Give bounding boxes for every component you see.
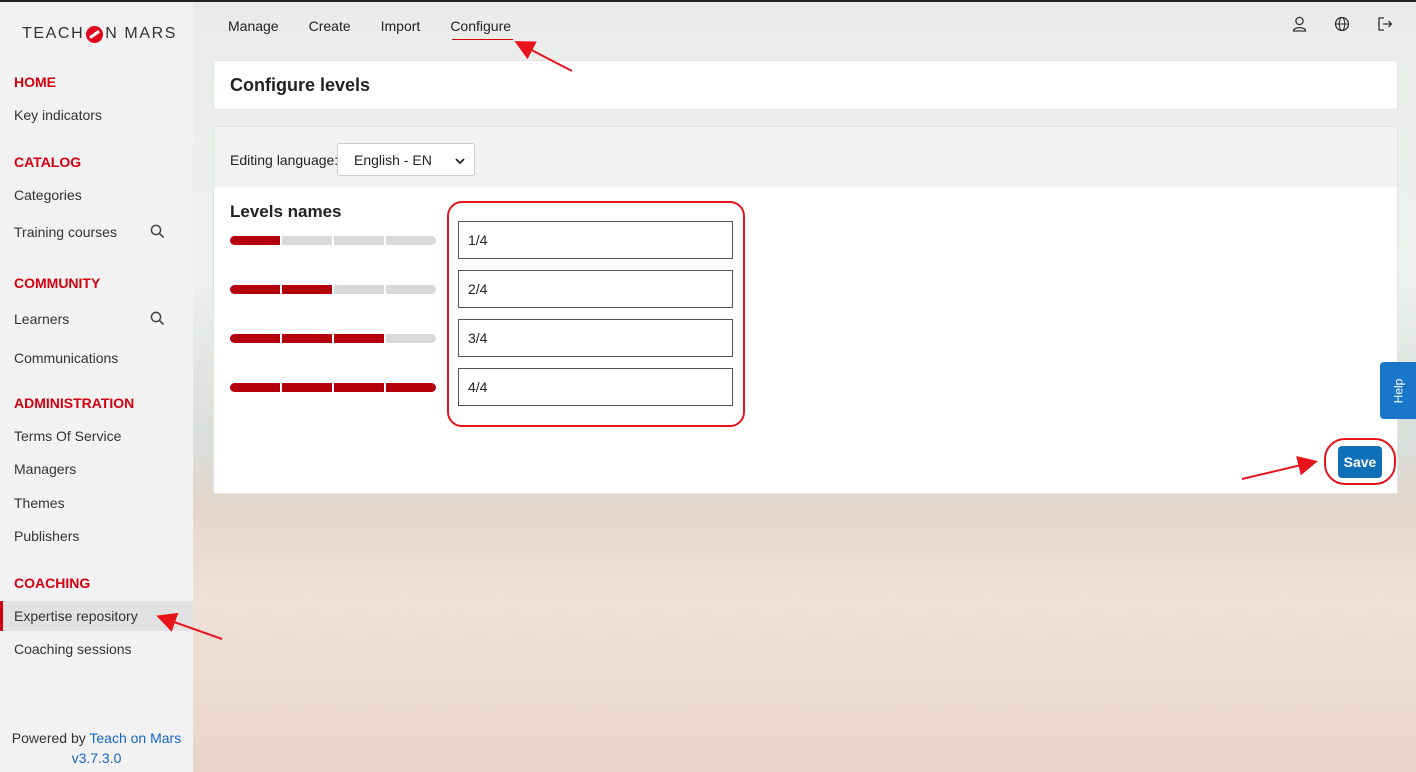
levels-panel: Editing language: English - EN Levels na… xyxy=(213,126,1398,494)
tab-manage[interactable]: Manage xyxy=(228,18,279,40)
sidebar-item-label: Training courses xyxy=(14,224,117,240)
tab-create[interactable]: Create xyxy=(309,18,351,40)
save-button[interactable]: Save xyxy=(1338,446,1382,478)
level-1-progress xyxy=(230,236,436,245)
logout-icon[interactable] xyxy=(1376,15,1394,33)
level-segment xyxy=(282,236,332,245)
level-segment xyxy=(334,334,384,343)
level-segment xyxy=(282,383,332,392)
search-icon[interactable] xyxy=(150,224,165,242)
sidebar-item-label: Expertise repository xyxy=(14,608,138,624)
sidebar-item-themes[interactable]: Themes xyxy=(0,488,193,518)
footer-prefix: Powered by xyxy=(11,730,90,746)
level-4-progress xyxy=(230,383,436,392)
level-segment xyxy=(282,285,332,294)
window-top-border xyxy=(0,0,1416,2)
level-3-name-input[interactable]: 3/4 xyxy=(458,319,733,357)
level-segment xyxy=(386,285,436,294)
mars-o-logo-icon xyxy=(86,25,104,43)
level-2-progress xyxy=(230,285,436,294)
sidebar-item-managers[interactable]: Managers xyxy=(0,454,193,484)
sidebar-item-training-courses[interactable]: Training courses xyxy=(0,217,193,247)
sidebar-item-terms-of-service[interactable]: Terms Of Service xyxy=(0,421,193,451)
chevron-down-icon xyxy=(454,154,466,170)
section-community: COMMUNITY xyxy=(14,275,101,291)
top-icons xyxy=(1290,15,1416,33)
help-tab[interactable]: Help xyxy=(1380,362,1416,419)
sidebar-item-label: Terms Of Service xyxy=(14,428,122,444)
logo-text-left: TEACH xyxy=(22,25,85,42)
editing-language-value: English - EN xyxy=(354,151,432,168)
page-title: Configure levels xyxy=(230,74,371,95)
section-catalog: CATALOG xyxy=(14,154,82,170)
level-1-name-input[interactable]: 1/4 xyxy=(458,221,733,259)
sidebar-item-communications[interactable]: Communications xyxy=(0,343,193,373)
sidebar-item-key-indicators[interactable]: Key indicators xyxy=(0,100,193,130)
sidebar-item-learners[interactable]: Learners xyxy=(0,304,193,334)
tab-configure[interactable]: Configure xyxy=(450,18,513,40)
section-home: HOME xyxy=(14,74,56,90)
logo[interactable]: TEACH N MARS xyxy=(22,24,177,44)
level-segment xyxy=(230,334,280,343)
sidebar-item-coaching-sessions[interactable]: Coaching sessions xyxy=(0,634,193,664)
search-icon[interactable] xyxy=(150,311,165,329)
section-coaching: COACHING xyxy=(14,575,91,591)
sidebar-item-categories[interactable]: Categories xyxy=(0,180,193,210)
sidebar-item-expertise-repository[interactable]: Expertise repository xyxy=(0,601,193,631)
levels-names-title: Levels names xyxy=(230,202,342,221)
level-3-progress xyxy=(230,334,436,343)
sidebar-item-label: Learners xyxy=(14,311,70,327)
level-segment xyxy=(230,236,280,245)
level-4-name-input[interactable]: 4/4 xyxy=(458,368,733,406)
logo-text-right: N MARS xyxy=(105,25,178,42)
sidebar-item-label: Key indicators xyxy=(14,107,102,123)
version-link[interactable]: v3.7.3.0 xyxy=(0,748,193,768)
level-segment xyxy=(386,383,436,392)
level-segment xyxy=(230,285,280,294)
page-title-panel: Configure levels xyxy=(213,60,1398,110)
level-1-value: 1/4 xyxy=(468,232,488,248)
level-2-value: 2/4 xyxy=(468,281,488,297)
help-label: Help xyxy=(1391,378,1405,403)
sidebar-footer: Powered by Teach on Mars v3.7.3.0 xyxy=(0,728,193,768)
sidebar-item-publishers[interactable]: Publishers xyxy=(0,521,193,551)
top-navigation: Manage Create Import Configure xyxy=(228,18,541,40)
level-segment xyxy=(386,334,436,343)
level-segment xyxy=(282,334,332,343)
section-administration: ADMINISTRATION xyxy=(14,395,135,411)
sidebar-item-label: Managers xyxy=(14,461,77,477)
level-3-value: 3/4 xyxy=(468,330,488,346)
level-4-value: 4/4 xyxy=(468,379,488,395)
user-icon[interactable] xyxy=(1290,15,1308,33)
sidebar: TEACH N MARS HOME Key indicators CATALOG… xyxy=(0,2,193,772)
editing-language-label: Editing language: xyxy=(230,152,339,168)
level-segment xyxy=(334,383,384,392)
level-2-name-input[interactable]: 2/4 xyxy=(458,270,733,308)
level-segment xyxy=(230,383,280,392)
tab-import[interactable]: Import xyxy=(381,18,421,40)
sidebar-item-label: Publishers xyxy=(14,528,80,544)
language-bar: Editing language: English - EN xyxy=(214,127,1397,187)
sidebar-item-label: Coaching sessions xyxy=(14,641,132,657)
level-segment xyxy=(386,236,436,245)
sidebar-item-label: Categories xyxy=(14,187,82,203)
level-segment xyxy=(334,285,384,294)
level-segment xyxy=(334,236,384,245)
globe-icon[interactable] xyxy=(1333,15,1351,33)
sidebar-item-label: Communications xyxy=(14,350,119,366)
editing-language-select[interactable]: English - EN xyxy=(337,143,475,176)
teach-on-mars-link[interactable]: Teach on Mars xyxy=(89,730,181,746)
sidebar-item-label: Themes xyxy=(14,495,65,511)
